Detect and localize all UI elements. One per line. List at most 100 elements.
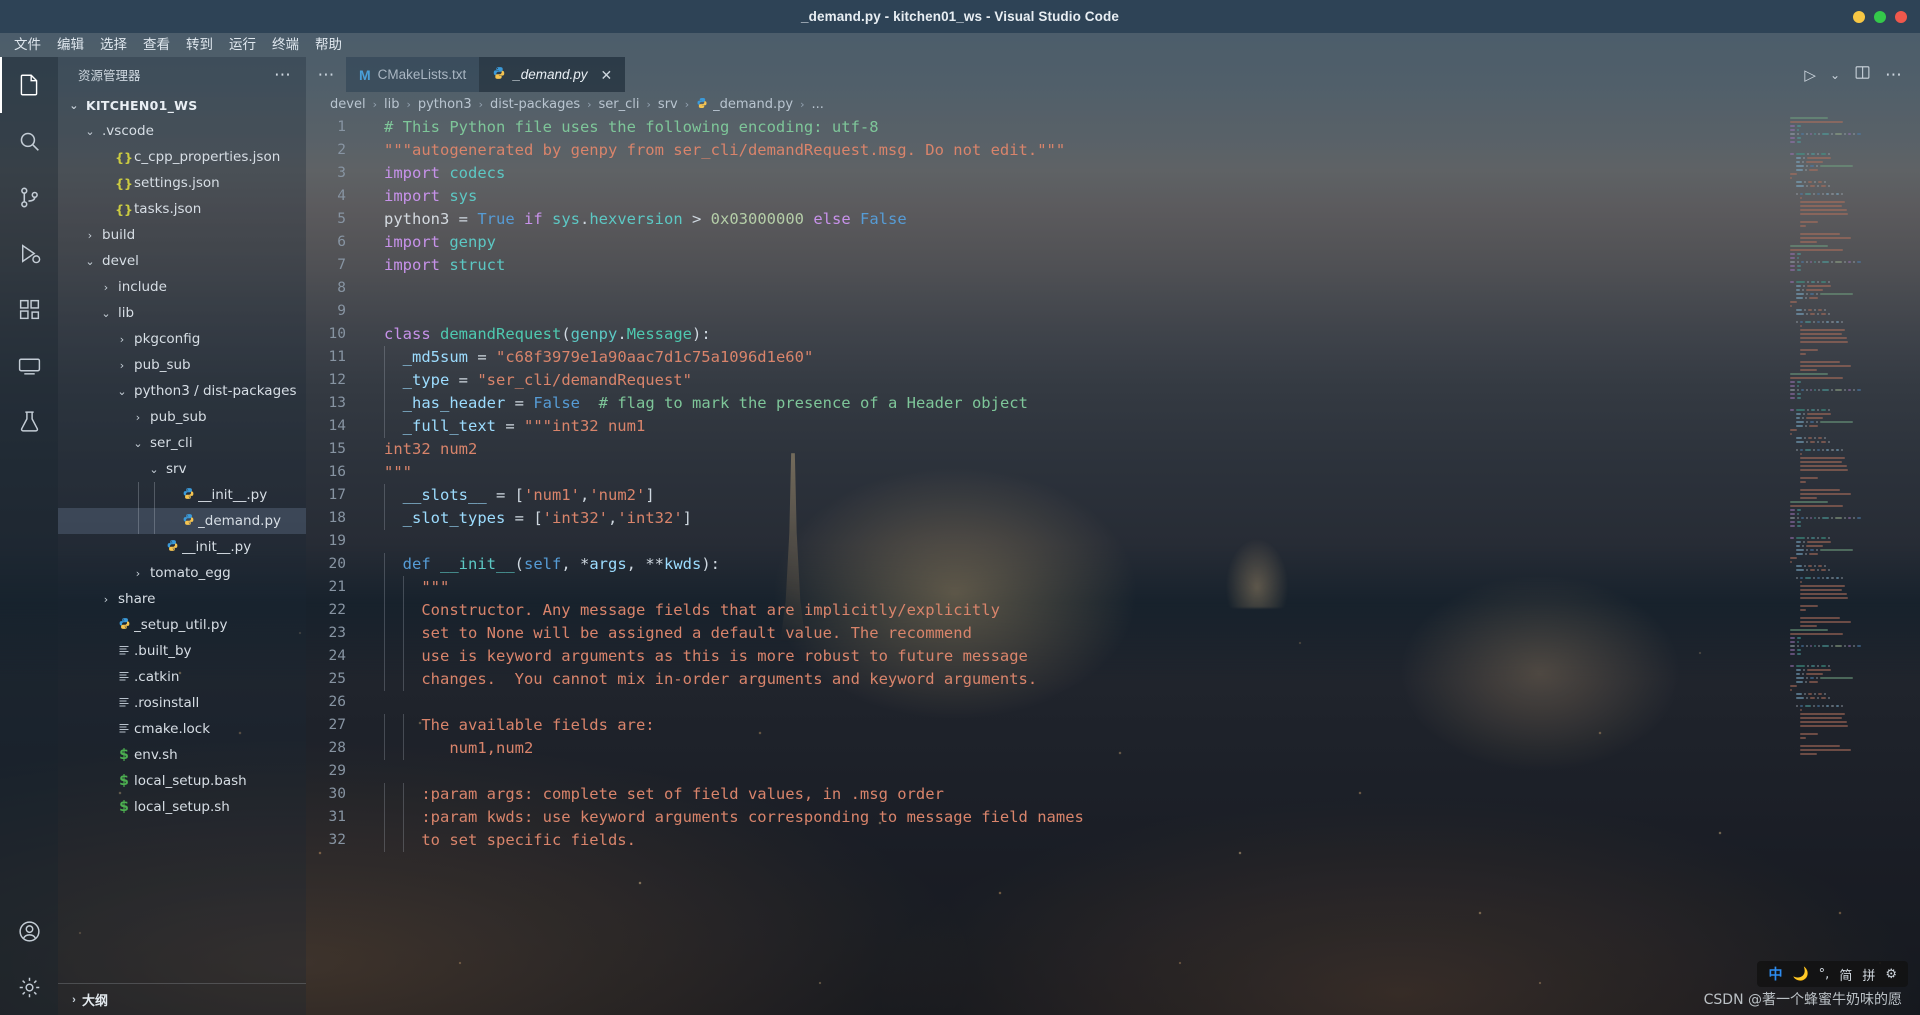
code-line-text[interactable]: to set specific fields. — [368, 829, 636, 852]
menu-item-4[interactable]: 转到 — [178, 34, 221, 56]
gear-icon[interactable]: ⚙ — [1885, 967, 1897, 982]
code-line-text[interactable]: _has_header = False # flag to mark the p… — [368, 392, 1028, 415]
activity-item-remote-explorer[interactable] — [0, 337, 58, 393]
activity-item-search[interactable] — [0, 113, 58, 169]
tree-item[interactable]: ⌄ ser_cli — [58, 430, 306, 456]
code-line-text[interactable]: set to None will be assigned a default v… — [368, 622, 972, 645]
tree-item[interactable]: ⌄ devel — [58, 248, 306, 274]
split-editor-right-button[interactable] — [1854, 64, 1871, 86]
code-line-text[interactable]: _full_text = """int32 num1 — [368, 415, 645, 438]
pinyin-mode[interactable]: 拼 — [1862, 965, 1875, 984]
menu-item-3[interactable]: 查看 — [135, 34, 178, 56]
outline-section-header[interactable]: › 大纲 — [58, 983, 306, 1015]
code-line-text[interactable]: """ — [368, 461, 412, 484]
code-line-text[interactable]: import struct — [368, 254, 505, 277]
tree-item[interactable]: ⌄ srv — [58, 456, 306, 482]
menu-item-2[interactable]: 选择 — [92, 34, 135, 56]
tree-item[interactable]: ⌄ .vscode — [58, 118, 306, 144]
tree-item[interactable]: ⌄ lib — [58, 300, 306, 326]
code-line-text[interactable]: python3 = True if sys.hexversion > 0x030… — [368, 208, 907, 231]
tree-item[interactable]: › pub_sub — [58, 404, 306, 430]
code-line-text[interactable]: The available fields are: — [368, 714, 655, 737]
editor-tab-1[interactable]: _demand.py ✕ — [479, 57, 626, 92]
moon-icon[interactable]: 🌙 — [1792, 967, 1808, 982]
tree-item[interactable]: ›_setup_util.py — [58, 612, 306, 638]
code-line-text[interactable]: num1,num2 — [368, 737, 533, 760]
punctuation-mode[interactable]: °, — [1819, 967, 1830, 982]
tree-item[interactable]: ⌄ KITCHEN01_WS — [58, 92, 306, 118]
code-line-text[interactable]: :param args: complete set of field value… — [368, 783, 944, 806]
tree-item[interactable]: ›__init__.py — [58, 534, 306, 560]
code-line-text[interactable]: :param kwds: use keyword arguments corre… — [368, 806, 1084, 829]
tree-item[interactable]: ›__init__.py — [58, 482, 306, 508]
code-line-text[interactable]: Constructor. Any message fields that are… — [368, 599, 1000, 622]
code-line-text[interactable]: # This Python file uses the following en… — [368, 116, 879, 139]
menu-item-6[interactable]: 终端 — [264, 34, 307, 56]
activity-item-source-control[interactable] — [0, 169, 58, 225]
tree-item[interactable]: ›{}settings.json — [58, 170, 306, 196]
tree-item[interactable]: › share — [58, 586, 306, 612]
code-line-text[interactable]: _type = "ser_cli/demandRequest" — [368, 369, 692, 392]
tree-item[interactable]: › tomato_egg — [58, 560, 306, 586]
breadcrumb-item[interactable]: python3 — [416, 97, 474, 112]
code-line-text[interactable]: use is keyword arguments as this is more… — [368, 645, 1028, 668]
tab-overflow-icon[interactable]: ⋯ — [306, 57, 346, 92]
activity-item-extensions[interactable] — [0, 281, 58, 337]
activity-item-testing[interactable] — [0, 393, 58, 449]
breadcrumb-item[interactable]: ... — [810, 97, 826, 112]
tree-item[interactable]: ›{}c_cpp_properties.json — [58, 144, 306, 170]
minimap[interactable] — [1788, 116, 1906, 896]
code-line-text[interactable]: def __init__(self, *args, **kwds): — [368, 553, 720, 576]
menu-item-7[interactable]: 帮助 — [307, 34, 350, 56]
code-line-text[interactable]: class demandRequest(genpy.Message): — [368, 323, 711, 346]
code-line-text[interactable]: """autogenerated by genpy from ser_cli/d… — [368, 139, 1065, 162]
code-line-text[interactable]: import codecs — [368, 162, 505, 185]
close-icon[interactable]: ✕ — [601, 68, 613, 82]
language-mode[interactable]: 中 — [1768, 964, 1782, 984]
tree-item[interactable]: › pub_sub — [58, 352, 306, 378]
tree-item[interactable]: › pkgconfig — [58, 326, 306, 352]
activity-item-run-and-debug[interactable] — [0, 225, 58, 281]
code-line-text[interactable]: _md5sum = "c68f3979e1a90aac7d1c75a1096d1… — [368, 346, 813, 369]
tree-item[interactable]: › include — [58, 274, 306, 300]
tree-item[interactable]: › build — [58, 222, 306, 248]
tree-item[interactable]: ›$local_setup.sh — [58, 794, 306, 820]
code-line-text[interactable]: import genpy — [368, 231, 496, 254]
menu-item-5[interactable]: 运行 — [221, 34, 264, 56]
run-python-file-button[interactable]: ▷ — [1804, 66, 1816, 84]
breadcrumb-item[interactable]: _demand.py — [694, 97, 795, 112]
run-options-dropdown-icon[interactable]: ⌄ — [1830, 68, 1840, 82]
breadcrumb-item[interactable]: srv — [656, 97, 680, 112]
simplified-chinese[interactable]: 简 — [1839, 965, 1852, 984]
code-line-text[interactable]: int32 num2 — [368, 438, 477, 461]
editor-tab-0[interactable]: M CMakeLists.txt — [346, 57, 480, 92]
sidebar-more-actions-icon[interactable]: ⋯ — [274, 66, 292, 83]
tree-item[interactable]: ›$env.sh — [58, 742, 306, 768]
tree-item[interactable]: ›.catkin — [58, 664, 306, 690]
tree-item[interactable]: ›cmake.lock — [58, 716, 306, 742]
tree-item-selected[interactable]: ›_demand.py — [58, 508, 306, 534]
code-line-text[interactable]: __slots__ = ['num1','num2'] — [368, 484, 655, 507]
code-editor[interactable]: 1 # This Python file uses the following e… — [306, 116, 1920, 1015]
window-minimize-button[interactable] — [1853, 10, 1865, 23]
ime-status-widget[interactable]: 中 🌙 °, 简拼 ⚙ — [1757, 961, 1908, 987]
code-line-text[interactable]: import sys — [368, 185, 477, 208]
window-close-button[interactable] — [1895, 10, 1907, 23]
tree-item[interactable]: ›.rosinstall — [58, 690, 306, 716]
menu-item-1[interactable]: 编辑 — [49, 34, 92, 56]
tree-item[interactable]: ›{}tasks.json — [58, 196, 306, 222]
breadcrumb-item[interactable]: dist-packages — [488, 97, 582, 112]
code-line-text[interactable]: """ — [368, 576, 449, 599]
breadcrumb-item[interactable]: lib — [382, 97, 401, 112]
tree-item[interactable]: ›$local_setup.bash — [58, 768, 306, 794]
breadcrumb-item[interactable]: ser_cli — [597, 97, 642, 112]
more-editor-actions-button[interactable]: ⋯ — [1885, 66, 1902, 83]
activity-item-explorer[interactable] — [0, 57, 58, 113]
code-line-text[interactable]: changes. You cannot mix in-order argumen… — [368, 668, 1037, 691]
activity-item-accounts[interactable] — [0, 903, 58, 959]
tree-item[interactable]: ⌄ python3 / dist-packages — [58, 378, 306, 404]
window-maximize-button[interactable] — [1874, 10, 1886, 23]
breadcrumb-item[interactable]: devel — [328, 97, 368, 112]
tree-item[interactable]: ›.built_by — [58, 638, 306, 664]
activity-item-manage-settings[interactable] — [0, 959, 58, 1015]
